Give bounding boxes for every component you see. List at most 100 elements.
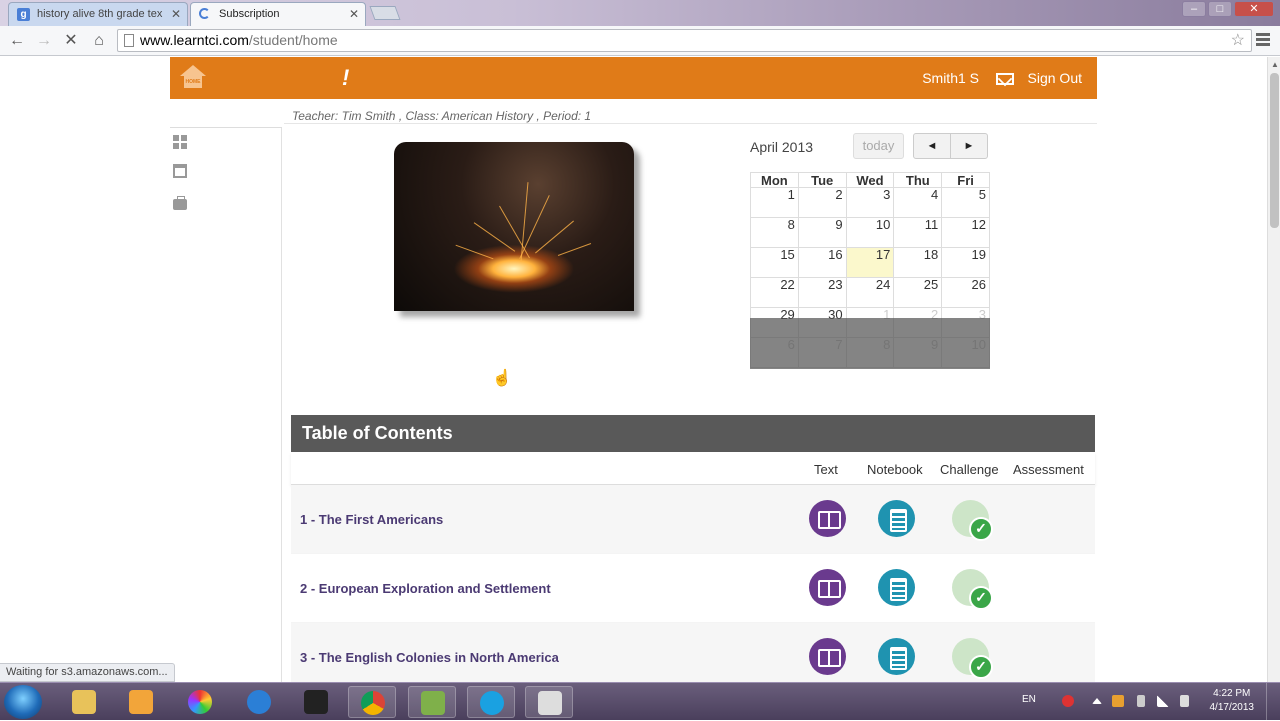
calendar-day[interactable]: 24 (845, 278, 894, 308)
lesson-title-link[interactable]: 1 - The First Americans (300, 512, 443, 527)
calendar-day[interactable]: 8 (750, 218, 798, 248)
clock-date: 4/17/2013 (1209, 702, 1255, 713)
notebook-icon[interactable] (878, 569, 915, 606)
calendar-day[interactable]: 22 (750, 278, 798, 308)
scroll-up-arrow-icon[interactable]: ▲ (1271, 60, 1279, 69)
divider (284, 123, 1097, 124)
folder-icon (72, 690, 96, 714)
taskbar-skype[interactable] (467, 686, 515, 718)
show-hidden-icons-icon[interactable] (1092, 698, 1102, 704)
home-nav-icon[interactable]: HOME (180, 65, 206, 91)
maximize-icon[interactable]: □ (1208, 1, 1232, 17)
bookmark-star-icon[interactable]: ☆ (1231, 30, 1245, 51)
battery-icon[interactable] (1137, 695, 1145, 707)
home-icon[interactable]: ⌂ (88, 30, 110, 52)
taskbar-network-app[interactable] (408, 686, 456, 718)
notebook-icon[interactable] (878, 638, 915, 675)
page-viewport: HOME ! Smith1 S Sign Out Teacher: Tim Sm… (0, 57, 1267, 682)
volume-icon[interactable] (1180, 695, 1189, 707)
column-header-text: Text (814, 462, 838, 477)
taskbar-internet-explorer[interactable] (235, 686, 283, 718)
briefcase-icon[interactable] (173, 196, 187, 210)
notebook-icon[interactable] (878, 500, 915, 537)
internet-explorer-icon (247, 690, 271, 714)
scrollbar-thumb[interactable] (1270, 73, 1279, 228)
calendar-day[interactable]: 12 (941, 218, 990, 248)
alert-icon[interactable] (1062, 695, 1074, 707)
sidebar (170, 127, 282, 682)
taskbar-screen-recorder[interactable] (525, 686, 573, 718)
calendar-day[interactable]: 10 (845, 218, 894, 248)
url-path: /student/home (248, 32, 338, 48)
calendar-day[interactable]: 16 (797, 248, 846, 278)
browser-toolbar: ← → ✕ ⌂ www.learntci.com/student/home ☆ (0, 26, 1280, 56)
picasa-icon (188, 690, 212, 714)
calendar-day[interactable]: 23 (797, 278, 846, 308)
calendar-day[interactable]: 4 (893, 188, 942, 218)
calendar-prev-button[interactable]: ◄ (913, 133, 951, 159)
taskbar-explorer[interactable] (60, 686, 108, 718)
toc-column-headers: Text Notebook Challenge Assessment (291, 452, 1095, 485)
calendar-day[interactable]: 19 (941, 248, 990, 278)
calendar-day[interactable]: 2 (797, 188, 846, 218)
address-bar[interactable]: www.learntci.com/student/home ☆ (117, 29, 1252, 52)
check-icon: ✓ (969, 586, 993, 610)
language-indicator[interactable]: EN (1022, 694, 1036, 705)
calendar-day[interactable]: 25 (893, 278, 942, 308)
text-book-icon[interactable] (809, 569, 846, 606)
calendar-day[interactable]: 5 (941, 188, 990, 218)
taskbar-chrome[interactable] (348, 686, 396, 718)
calendar-day[interactable]: 9 (797, 218, 846, 248)
forward-arrow-icon[interactable]: → (33, 30, 55, 52)
lesson-title-link[interactable]: 3 - The English Colonies in North Americ… (300, 650, 559, 665)
hero-image-blacksmith (394, 142, 634, 311)
tab-title: Subscription (219, 8, 280, 20)
calendar-day[interactable]: 15 (750, 248, 798, 278)
calendar-day[interactable]: 1 (750, 188, 798, 218)
new-tab-button[interactable] (369, 6, 401, 20)
calendar-day[interactable]: 11 (893, 218, 942, 248)
calendar-day[interactable]: 3 (845, 188, 894, 218)
column-header-assessment: Assessment (1013, 462, 1084, 477)
calendar-loading-overlay (750, 318, 990, 369)
page-scrollbar[interactable]: ▲ (1267, 57, 1280, 682)
browser-tab-subscription[interactable]: Subscription ✕ (190, 2, 366, 26)
browser-tab-history-alive[interactable]: g history alive 8th grade tex ✕ (8, 2, 188, 26)
chrome-menu-icon[interactable] (1256, 33, 1270, 48)
text-book-icon[interactable] (809, 500, 846, 537)
show-desktop-button[interactable] (1266, 683, 1280, 721)
text-book-icon[interactable] (809, 638, 846, 675)
username-link[interactable]: Smith1 S (922, 57, 979, 99)
calendar-day[interactable]: 26 (941, 278, 990, 308)
calendar-icon[interactable] (173, 164, 187, 178)
sign-out-link[interactable]: Sign Out (1028, 57, 1082, 99)
calendar-day-today[interactable]: 17 (845, 248, 894, 278)
class-info: Teacher: Tim Smith , Class: American His… (292, 109, 592, 123)
system-clock[interactable]: 4:22 PM 4/17/2013 (1210, 687, 1255, 715)
weekday-label: Thu (893, 172, 942, 188)
mail-icon[interactable] (996, 73, 1014, 85)
lesson-title-link[interactable]: 2 - European Exploration and Settlement (300, 581, 551, 596)
close-tab-icon[interactable]: ✕ (171, 3, 181, 25)
stop-icon[interactable]: ✕ (60, 30, 82, 52)
calendar-day[interactable]: 18 (893, 248, 942, 278)
hand-cursor-icon: ☝ (492, 370, 512, 387)
network-signal-icon[interactable] (1157, 695, 1169, 707)
tray-app-icon[interactable] (1112, 695, 1124, 707)
taskbar-picasa[interactable] (176, 686, 224, 718)
taskbar-app[interactable] (292, 686, 340, 718)
app-icon (304, 690, 328, 714)
taskbar-media-player[interactable] (117, 686, 165, 718)
column-header-notebook: Notebook (867, 462, 923, 477)
calendar-today-button[interactable]: today (853, 133, 904, 159)
media-player-icon (129, 690, 153, 714)
minimize-icon[interactable]: – (1182, 1, 1206, 17)
google-icon: g (17, 8, 30, 21)
dashboard-grid-icon[interactable] (173, 135, 187, 149)
window-controls: – □ ✕ (1182, 1, 1274, 17)
start-button-icon[interactable] (4, 685, 42, 719)
back-arrow-icon[interactable]: ← (6, 30, 28, 52)
close-window-icon[interactable]: ✕ (1234, 1, 1274, 17)
close-tab-icon[interactable]: ✕ (349, 3, 359, 25)
calendar-next-button[interactable]: ► (950, 133, 988, 159)
